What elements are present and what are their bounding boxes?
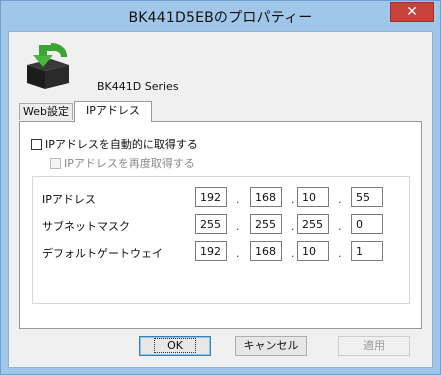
reobtain-label: IPアドレスを再度取得する: [64, 157, 195, 170]
mask-octet-4[interactable]: 0: [351, 214, 383, 234]
gateway-dot: .: [291, 247, 295, 260]
mask-dot: .: [338, 220, 342, 233]
tab-web-settings[interactable]: Web設定: [19, 103, 73, 120]
ok-button[interactable]: OK: [139, 336, 211, 356]
auto-obtain-row[interactable]: IPアドレスを自動的に取得する: [31, 136, 198, 152]
reobtain-row: IPアドレスを再度取得する: [50, 155, 195, 171]
mask-octet-3[interactable]: 255: [297, 214, 329, 234]
mask-octet-2[interactable]: 255: [250, 214, 282, 234]
ip-dot: .: [236, 193, 240, 206]
tab-ip-address[interactable]: IPアドレス: [74, 101, 152, 122]
title-bar[interactable]: BK441D5EBのプロパティー ✕: [1, 1, 440, 31]
cancel-button[interactable]: キャンセル: [235, 336, 307, 356]
ok-label: OK: [154, 338, 196, 353]
reobtain-checkbox: [50, 157, 61, 169]
auto-obtain-checkbox[interactable]: [31, 138, 42, 150]
subnet-mask-label: サブネットマスク: [42, 220, 130, 233]
ip-address-panel: IPアドレスを自動的に取得する IPアドレスを再度取得する IPアドレス 192…: [19, 121, 422, 329]
ip-dot: .: [338, 193, 342, 206]
ip-address-row: IPアドレス 192 . 168 . 10 . 55: [33, 187, 411, 207]
gateway-dot: .: [338, 247, 342, 260]
gateway-octet-3[interactable]: 10: [297, 241, 329, 261]
gateway-octet-2[interactable]: 168: [250, 241, 282, 261]
gateway-octet-4[interactable]: 1: [351, 241, 383, 261]
subnet-mask-row: サブネットマスク 255 . 255 . 255 . 0: [33, 214, 411, 234]
ip-octet-3[interactable]: 10: [297, 187, 329, 207]
properties-window: BK441D5EBのプロパティー ✕ BK441D Series Web設定 I…: [0, 0, 441, 375]
gateway-octet-1[interactable]: 192: [195, 241, 227, 261]
dialog-client: BK441D Series Web設定 IPアドレス IPアドレスを自動的に取得…: [8, 31, 433, 368]
close-button[interactable]: ✕: [390, 2, 434, 22]
ip-address-label: IPアドレス: [42, 193, 96, 206]
ip-octet-1[interactable]: 192: [195, 187, 227, 207]
default-gateway-label: デフォルトゲートウェイ: [42, 247, 163, 260]
mask-octet-1[interactable]: 255: [195, 214, 227, 234]
ip-settings-group: IPアドレス 192 . 168 . 10 . 55 サブネットマスク 255 …: [32, 176, 410, 304]
ip-dot: .: [291, 193, 295, 206]
close-icon: ✕: [406, 4, 418, 20]
mask-dot: .: [291, 220, 295, 233]
mask-dot: .: [236, 220, 240, 233]
ip-octet-4[interactable]: 55: [351, 187, 383, 207]
window-title: BK441D5EBのプロパティー: [128, 10, 313, 26]
ip-octet-2[interactable]: 168: [250, 187, 282, 207]
apply-button: 適用: [338, 336, 410, 356]
default-gateway-row: デフォルトゲートウェイ 192 . 168 . 10 . 1: [33, 241, 411, 261]
printer-install-icon: [27, 43, 69, 89]
auto-obtain-label: IPアドレスを自動的に取得する: [45, 138, 198, 151]
device-model: BK441D Series: [97, 80, 179, 93]
gateway-dot: .: [236, 247, 240, 260]
